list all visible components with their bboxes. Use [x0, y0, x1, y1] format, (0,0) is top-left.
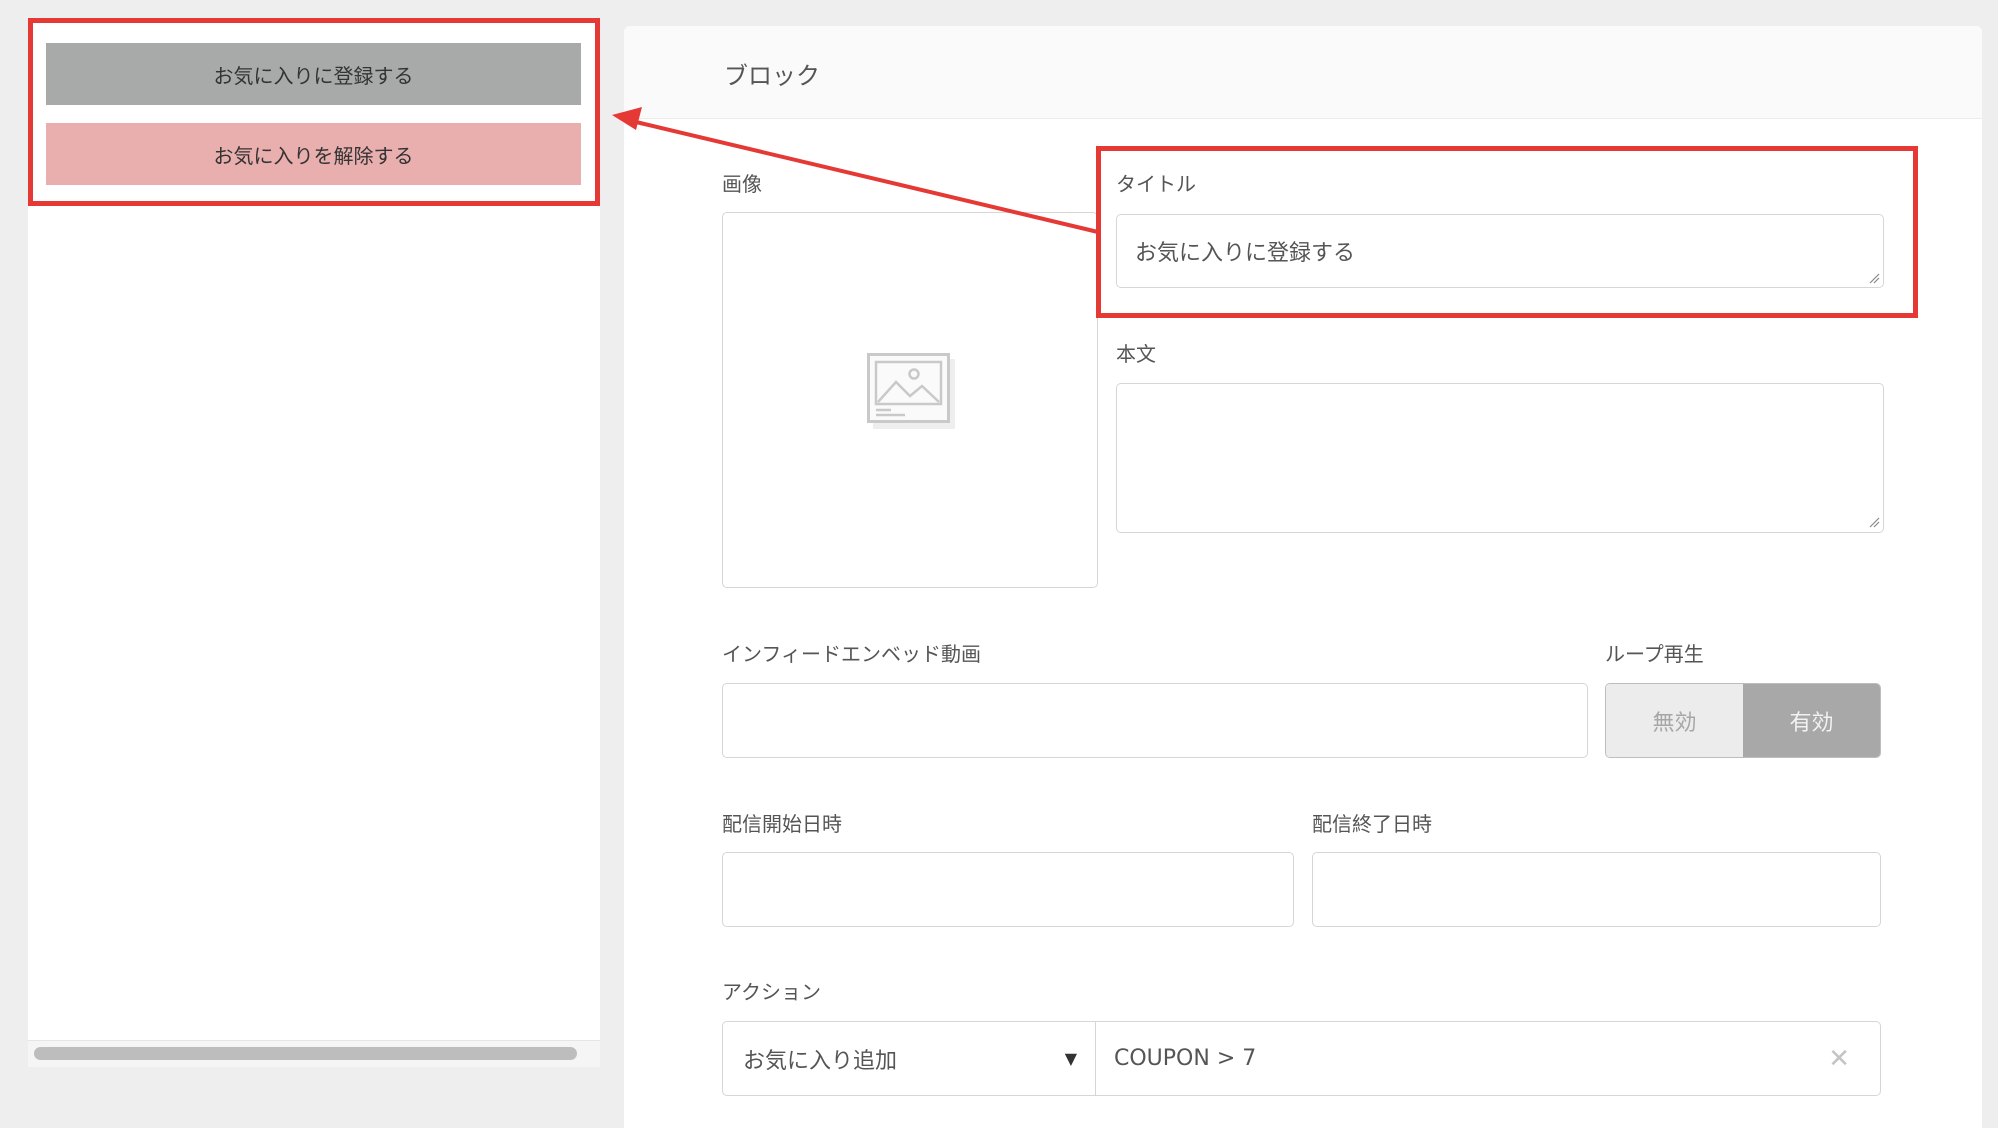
- start-datetime-label: 配信開始日時: [722, 812, 842, 836]
- preview-scrollbar-thumb[interactable]: [34, 1047, 577, 1060]
- loop-label: ループ再生: [1605, 642, 1704, 666]
- embed-video-label: インフィードエンベッド動画: [722, 642, 981, 666]
- loop-on-option[interactable]: 有効: [1743, 684, 1880, 757]
- register-favorite-button[interactable]: お気に入りに登録する: [46, 43, 581, 105]
- embed-video-field[interactable]: [722, 683, 1588, 758]
- image-label: 画像: [722, 172, 762, 196]
- action-value-text: COUPON > 7: [1114, 1046, 1257, 1071]
- action-label: アクション: [722, 980, 821, 1004]
- start-datetime-field[interactable]: [722, 852, 1294, 927]
- editor-header: ブロック: [624, 26, 1982, 119]
- loop-toggle[interactable]: 無効 有効: [1605, 683, 1881, 758]
- action-value-field[interactable]: COUPON > 7 ✕: [1096, 1022, 1880, 1095]
- block-editor-panel: ブロック 画像 タイトル 本文 インフィードエンベッド動画 ループ再生 無効 有…: [624, 26, 1982, 1128]
- body-label: 本文: [1116, 342, 1156, 366]
- action-selected-value: お気に入り追加: [743, 1048, 898, 1074]
- action-select[interactable]: お気に入り追加 ▼: [723, 1022, 1096, 1095]
- image-placeholder-icon: [867, 353, 955, 429]
- image-upload-box[interactable]: [722, 212, 1098, 588]
- caret-down-icon: ▼: [1064, 1049, 1077, 1068]
- page-title: ブロック: [724, 62, 820, 90]
- loop-off-option[interactable]: 無効: [1606, 684, 1743, 757]
- body-field[interactable]: [1116, 383, 1884, 533]
- title-field[interactable]: [1116, 214, 1884, 288]
- unregister-favorite-button[interactable]: お気に入りを解除する: [46, 123, 581, 185]
- preview-panel: お気に入りに登録する お気に入りを解除する: [28, 22, 600, 1064]
- end-datetime-field[interactable]: [1312, 852, 1881, 927]
- end-datetime-label: 配信終了日時: [1312, 812, 1432, 836]
- clear-icon[interactable]: ✕: [1828, 1044, 1850, 1074]
- title-label: タイトル: [1116, 172, 1196, 196]
- action-row: お気に入り追加 ▼ COUPON > 7 ✕: [722, 1021, 1881, 1096]
